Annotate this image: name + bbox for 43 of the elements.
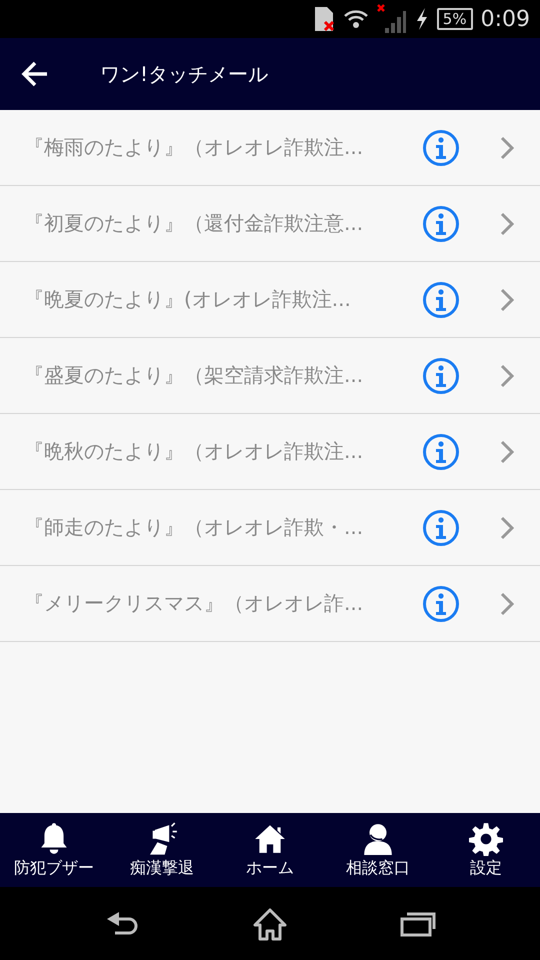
info-icon[interactable]: [422, 432, 460, 470]
person-icon: [361, 822, 395, 856]
mail-list-item[interactable]: 『メリークリスマス』（オレオレ詐...: [0, 566, 540, 642]
mail-list-item[interactable]: 『梅雨のたより』（オレオレ詐欺注...: [0, 110, 540, 186]
tab-bar-item[interactable]: ホーム: [216, 813, 324, 887]
chevron-right-icon: [500, 212, 514, 236]
tab-bar-item[interactable]: 防犯ブザー: [0, 813, 108, 887]
mail-title: 『盛夏のたより』（架空請求詐欺注...: [24, 362, 364, 389]
home-outline-icon[interactable]: [251, 906, 289, 940]
mail-list-item[interactable]: 『晩秋のたより』（オレオレ詐欺注...: [0, 414, 540, 490]
tab-bar-item[interactable]: 設定: [432, 813, 540, 887]
info-icon[interactable]: [422, 508, 460, 546]
sim-icon: [312, 6, 335, 32]
chevron-right-icon: [500, 136, 514, 160]
info-icon[interactable]: [422, 280, 460, 318]
info-icon[interactable]: [422, 584, 460, 622]
tab-bar-item[interactable]: 相談窓口: [324, 813, 432, 887]
mail-list-item[interactable]: 『盛夏のたより』（架空請求詐欺注...: [0, 338, 540, 414]
mail-title: 『晩夏のたより』(オレオレ詐欺注...: [24, 286, 352, 313]
mail-list-item[interactable]: 『初夏のたより』（還付金詐欺注意...: [0, 186, 540, 262]
chevron-right-icon: [500, 592, 514, 616]
screen-title: ワン!タッチメール: [100, 60, 268, 88]
mail-list-item[interactable]: 『晩夏のたより』(オレオレ詐欺注...: [0, 262, 540, 338]
mail-title: 『メリークリスマス』（オレオレ詐...: [24, 590, 364, 617]
chevron-right-icon: [500, 440, 514, 464]
mail-list-item[interactable]: 『師走のたより』（オレオレ詐欺・...: [0, 490, 540, 566]
charging-icon: [414, 7, 429, 31]
info-icon[interactable]: [422, 356, 460, 394]
back-arrow-icon[interactable]: [20, 59, 50, 89]
tab-bar-item[interactable]: 痴漢撃退: [108, 813, 216, 887]
info-icon[interactable]: [422, 128, 460, 166]
info-icon[interactable]: [422, 204, 460, 242]
chevron-right-icon: [500, 516, 514, 540]
mail-title: 『梅雨のたより』（オレオレ詐欺注...: [24, 134, 364, 161]
chevron-right-icon: [500, 288, 514, 312]
battery-level: 5%: [436, 8, 473, 30]
mail-title: 『初夏のたより』（還付金詐欺注意...: [24, 210, 364, 237]
chevron-right-icon: [500, 364, 514, 388]
signal-icon: [376, 4, 407, 34]
mail-title: 『師走のたより』（オレオレ詐欺・...: [24, 514, 364, 541]
mail-title: 『晩秋のたより』（オレオレ詐欺注...: [24, 438, 364, 465]
settings-icon: [469, 822, 503, 856]
status-time: 0:09: [480, 6, 530, 32]
